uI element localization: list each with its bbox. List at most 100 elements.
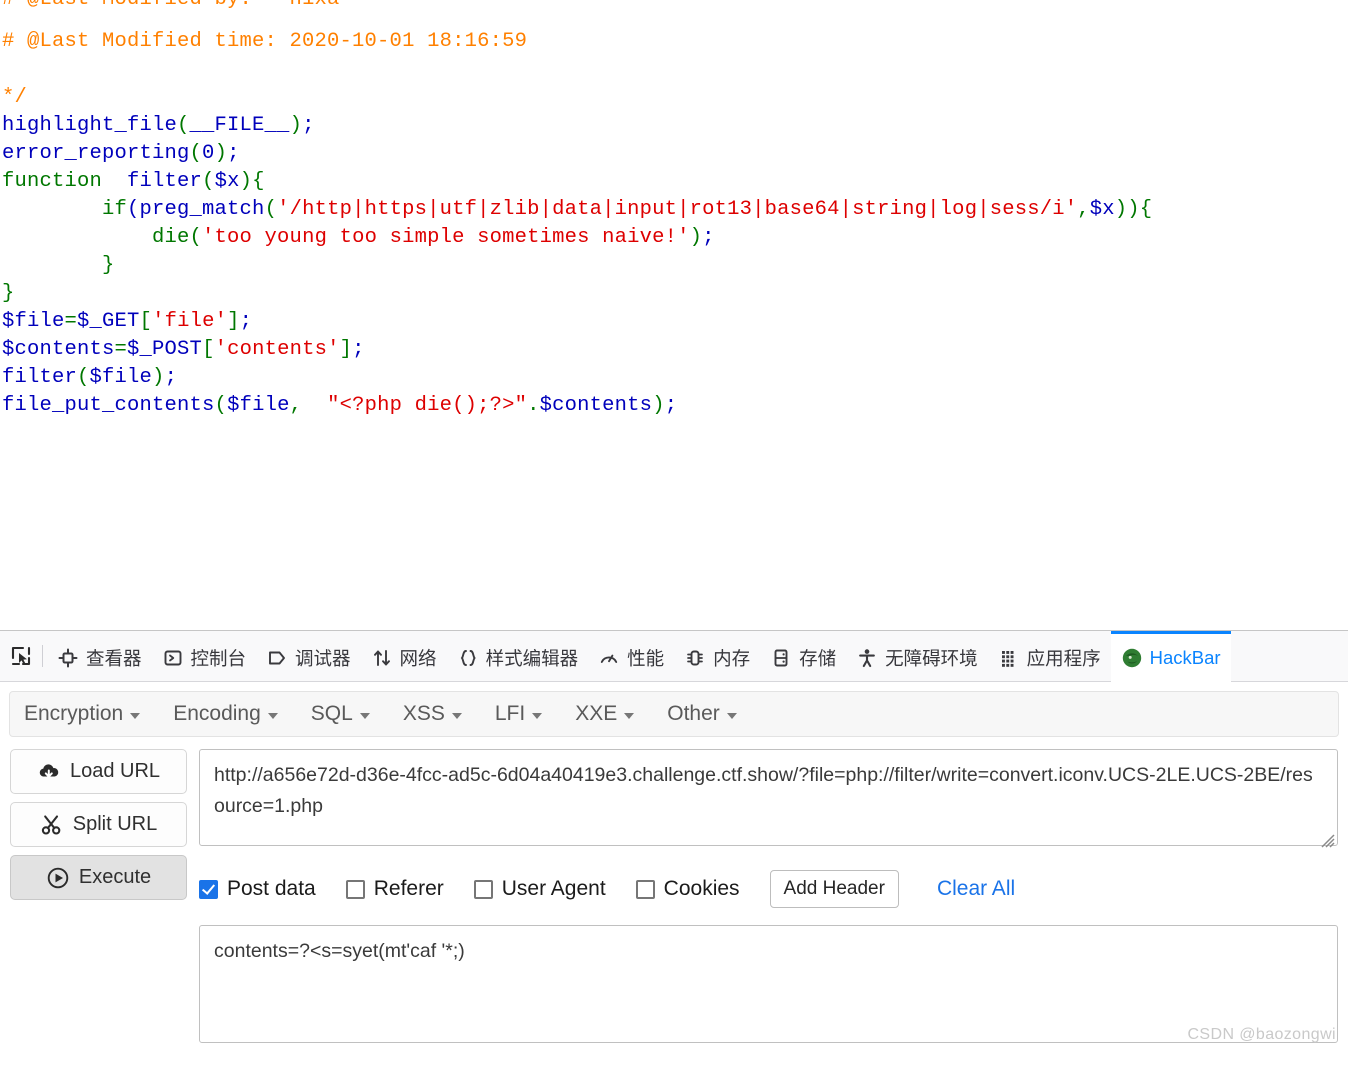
inspector-icon (57, 647, 79, 669)
code-token: ) (214, 142, 228, 165)
option-label: Post data (227, 877, 316, 900)
menu-label: Encoding (173, 702, 261, 725)
code-token: function (2, 170, 115, 193)
code-token: "<?php die();?>" (314, 394, 528, 417)
code-token: ){ (239, 170, 265, 193)
hackbar-menu-xss[interactable]: XSS (403, 702, 462, 726)
hackbar-menu-sql[interactable]: SQL (311, 702, 370, 726)
option-label: Referer (373, 877, 444, 900)
menu-label: Other (667, 702, 720, 725)
option-user-agent[interactable]: User Agent (473, 877, 606, 901)
tab-application[interactable]: 应用程序 (988, 631, 1111, 682)
option-post-data[interactable]: Post data (199, 877, 316, 901)
cloud-download-icon (37, 760, 61, 784)
button-label: Execute (78, 866, 152, 888)
load-url-button[interactable]: Load URL (10, 749, 187, 794)
add-header-button[interactable]: Add Header (769, 870, 899, 908)
hackbar-menu-encoding[interactable]: Encoding (173, 702, 278, 726)
code-token: { (1139, 198, 1153, 221)
code-token: $file (89, 366, 153, 389)
code-token: ) (652, 394, 665, 417)
button-label: Load URL (69, 760, 161, 782)
tab-style-editor[interactable]: 样式编辑器 (447, 631, 589, 682)
code-token: filter (2, 366, 78, 389)
tab-label: 查看器 (86, 647, 142, 669)
hackbar-menu-encryption[interactable]: Encryption (24, 702, 141, 726)
memory-icon (684, 647, 706, 669)
tab-label: 应用程序 (1026, 647, 1101, 669)
code-token: filter (114, 170, 203, 193)
checkbox[interactable] (345, 879, 365, 899)
element-picker-icon[interactable] (4, 637, 38, 675)
code-token: = (114, 338, 128, 361)
tab-label: 性能 (627, 647, 665, 669)
tab-label: 调试器 (295, 647, 351, 669)
menu-label: LFI (494, 702, 526, 725)
menu-label: XXE (575, 702, 618, 725)
tab-accessibility[interactable]: 无障碍环境 (846, 631, 988, 682)
hackbar-menu-lfi[interactable]: LFI (494, 702, 543, 726)
tab-hackbar[interactable]: HackBar (1110, 630, 1231, 682)
code-token: 'file' (152, 310, 228, 333)
checkbox[interactable] (473, 879, 493, 899)
option-label: Cookies (663, 877, 740, 900)
code-token: if (2, 198, 128, 221)
tab-console[interactable]: 控制台 (152, 631, 257, 682)
code-token: ( (264, 198, 278, 221)
code-token: [ (139, 310, 153, 333)
console-icon (162, 647, 184, 669)
code-line: */ (2, 84, 1348, 112)
checkbox[interactable] (199, 879, 218, 899)
checkbox[interactable] (635, 879, 655, 899)
tab-label: 存储 (799, 647, 837, 669)
chevron-down-icon (359, 713, 370, 719)
split-url-button[interactable]: Split URL (10, 802, 187, 847)
code-line: if(preg_match('/http|https|utf|zlib|data… (2, 196, 1348, 224)
menu-label: SQL (310, 702, 353, 725)
code-token: die (2, 226, 190, 249)
hackbar-menu-xxe[interactable]: XXE (575, 702, 635, 726)
option-referer[interactable]: Referer (345, 877, 444, 901)
style-editor-icon (457, 647, 479, 669)
code-line: highlight_file(__FILE__); (2, 112, 1348, 140)
application-icon (998, 647, 1020, 669)
execute-button[interactable]: Execute (10, 855, 187, 900)
post-data-input[interactable] (199, 925, 1338, 1043)
debugger-icon (266, 647, 288, 669)
tab-performance[interactable]: 性能 (588, 631, 674, 682)
code-token: ; (164, 366, 178, 389)
code-token: ( (189, 226, 203, 249)
option-cookies[interactable]: Cookies (635, 877, 740, 901)
code-token: ] (227, 310, 240, 333)
chevron-down-icon (532, 713, 543, 719)
tab-debugger[interactable]: 调试器 (256, 631, 361, 682)
storage-icon (770, 647, 792, 669)
tab-inspector[interactable]: 查看器 (47, 631, 152, 682)
clear-all-link[interactable]: Clear All (937, 877, 1015, 901)
code-token: ( (202, 170, 215, 193)
code-token: ; (352, 338, 365, 361)
menu-label: XSS (402, 702, 445, 725)
chevron-down-icon (624, 713, 635, 719)
php-source-view: # @Last Modified by: h1xa # @Last Modifie… (0, 0, 1348, 630)
code-line: $file=$_GET['file']; (2, 308, 1348, 336)
url-input[interactable] (199, 749, 1338, 846)
tab-network[interactable]: 网络 (361, 631, 447, 682)
tab-memory[interactable]: 内存 (674, 631, 760, 682)
tab-storage[interactable]: 存储 (760, 631, 846, 682)
code-line: } (2, 252, 1348, 280)
code-token: ; (702, 226, 715, 249)
code-token: } (2, 282, 15, 305)
code-token: ; (227, 142, 240, 165)
scissors-icon (40, 813, 64, 837)
code-token: '/http|https|utf|zlib|data|input|rot13|b… (277, 198, 1078, 221)
code-token: ( (214, 394, 228, 417)
code-token: 'too young too simple sometimes naive!' (202, 226, 690, 249)
hackbar-menu-other[interactable]: Other (667, 702, 737, 726)
chevron-down-icon (451, 713, 462, 719)
code-token: )) (1114, 198, 1140, 221)
tab-label: 控制台 (190, 647, 247, 669)
code-token: ; (302, 114, 315, 137)
option-label: User Agent (501, 877, 606, 900)
